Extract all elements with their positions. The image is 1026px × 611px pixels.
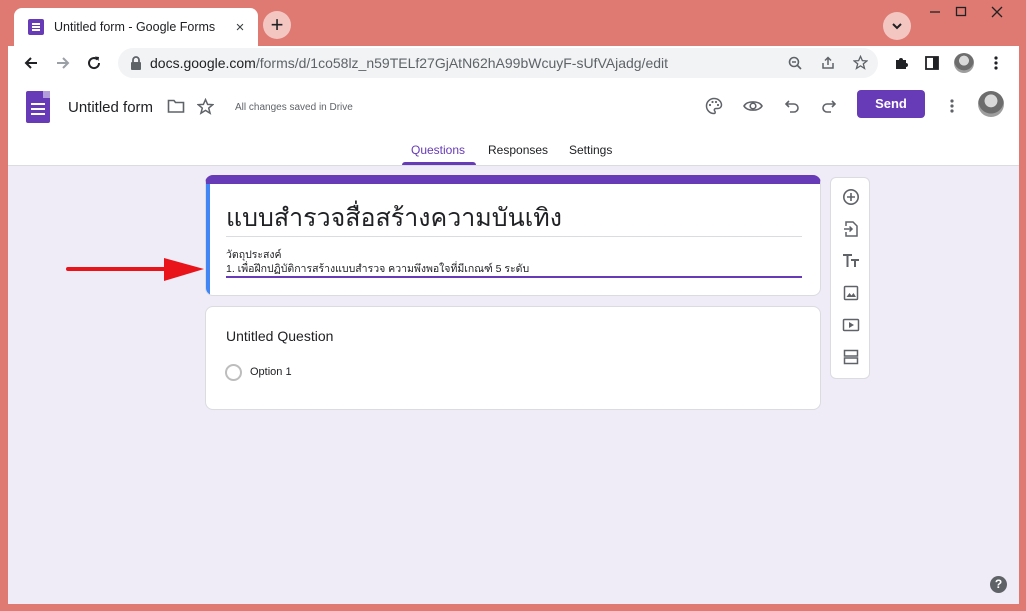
add-question-button[interactable] <box>840 186 862 208</box>
add-video-icon <box>842 318 860 332</box>
tab-settings[interactable]: Settings <box>569 143 612 157</box>
maximize-icon <box>955 6 967 17</box>
address-bar[interactable]: docs.google.com/forms/d/1co58lz_n59TELf2… <box>118 48 878 78</box>
tab-questions[interactable]: Questions <box>411 143 465 157</box>
minimize-icon <box>930 11 940 13</box>
preview-button[interactable] <box>742 95 764 117</box>
form-description-input[interactable]: วัตถุประสงค์ 1. เพื่อฝึกปฏิบัติการสร้างแ… <box>226 248 529 276</box>
send-button[interactable]: Send <box>857 90 925 118</box>
form-title-input[interactable]: แบบสำรวจสื่อสร้างความบันเทิง <box>226 198 562 238</box>
tab-close-icon[interactable]: × <box>232 19 248 36</box>
zoom-icon[interactable] <box>788 56 802 70</box>
customize-theme-button[interactable] <box>703 95 725 117</box>
star-icon <box>196 97 214 115</box>
undo-icon <box>784 100 799 113</box>
chevron-down-icon <box>892 23 902 30</box>
more-vert-icon <box>950 99 954 113</box>
add-section-button[interactable] <box>840 346 862 368</box>
extensions-button[interactable] <box>890 52 912 74</box>
move-to-folder-button[interactable] <box>165 95 187 117</box>
maximize-button[interactable] <box>944 0 978 24</box>
back-button[interactable] <box>20 52 42 74</box>
description-line-2: 1. เพื่อฝึกปฏิบัติการสร้างแบบสำรวจ ความพ… <box>226 263 530 275</box>
active-tab-indicator <box>402 162 476 165</box>
add-image-icon <box>843 285 859 301</box>
add-video-button[interactable] <box>840 314 862 336</box>
new-tab-button[interactable]: + <box>263 11 291 39</box>
tab-title: Untitled form - Google Forms <box>54 20 216 34</box>
side-panel-button[interactable] <box>921 52 943 74</box>
add-title-icon <box>843 254 859 267</box>
add-section-icon <box>843 349 859 365</box>
add-title-button[interactable] <box>840 250 862 272</box>
form-title-card[interactable]: แบบสำรวจสื่อสร้างความบันเทิง วัตถุประสงค… <box>205 175 821 296</box>
url-text: docs.google.com/forms/d/1co58lz_n59TELf2… <box>150 55 669 71</box>
undo-button[interactable] <box>781 95 803 117</box>
browser-menu-button[interactable] <box>985 52 1007 74</box>
lock-icon <box>131 56 141 70</box>
tab-responses[interactable]: Responses <box>488 143 548 157</box>
palette-icon <box>705 97 723 115</box>
folder-icon <box>167 99 185 113</box>
profile-avatar <box>954 53 974 73</box>
forms-header: Untitled form All changes saved in Drive… <box>8 80 1019 166</box>
arrow-right-icon <box>57 57 70 69</box>
forms-logo-icon[interactable] <box>26 91 50 123</box>
star-button[interactable] <box>194 95 216 117</box>
browser-titlebar: Untitled form - Google Forms × + <box>0 0 1026 46</box>
side-panel-icon <box>925 56 939 70</box>
add-image-button[interactable] <box>840 282 862 304</box>
add-question-icon <box>843 189 859 205</box>
more-options-button[interactable] <box>941 95 963 117</box>
option-radio <box>225 364 242 381</box>
redo-button[interactable] <box>818 95 840 117</box>
description-underline <box>226 276 802 278</box>
forms-app: Untitled form All changes saved in Drive… <box>8 80 1019 604</box>
title-divider <box>226 236 802 237</box>
tab-search-button[interactable] <box>883 12 911 40</box>
reload-button[interactable] <box>83 52 105 74</box>
option-label[interactable]: Option 1 <box>250 366 292 378</box>
close-icon <box>991 6 1003 18</box>
import-questions-button[interactable] <box>840 218 862 240</box>
reload-icon <box>88 56 101 70</box>
browser-toolbar: docs.google.com/forms/d/1co58lz_n59TELf2… <box>8 46 1019 80</box>
forms-favicon-icon <box>28 19 44 35</box>
question-card[interactable]: Untitled Question Option 1 <box>205 306 821 410</box>
forward-button[interactable] <box>52 52 74 74</box>
annotation-arrow-icon <box>66 258 204 281</box>
arrow-left-icon <box>24 57 37 69</box>
eye-icon <box>743 101 763 111</box>
puzzle-icon <box>896 58 908 69</box>
import-questions-icon <box>844 221 858 237</box>
redo-icon <box>822 100 837 113</box>
floating-toolbar <box>830 177 870 379</box>
profile-button[interactable] <box>953 52 975 74</box>
more-vert-icon <box>994 56 998 70</box>
question-title[interactable]: Untitled Question <box>226 328 333 344</box>
bookmark-star-icon[interactable] <box>853 55 868 70</box>
description-line-1: วัตถุประสงค์ <box>226 249 282 261</box>
form-name[interactable]: Untitled form <box>68 99 153 116</box>
browser-tab[interactable]: Untitled form - Google Forms × <box>14 8 258 46</box>
close-window-button[interactable] <box>980 0 1014 24</box>
share-icon[interactable] <box>821 56 835 70</box>
account-avatar[interactable] <box>978 91 1004 117</box>
form-tabs: Questions Responses Settings <box>8 142 1019 166</box>
help-icon[interactable]: ? <box>990 576 1007 593</box>
save-status: All changes saved in Drive <box>235 102 353 113</box>
